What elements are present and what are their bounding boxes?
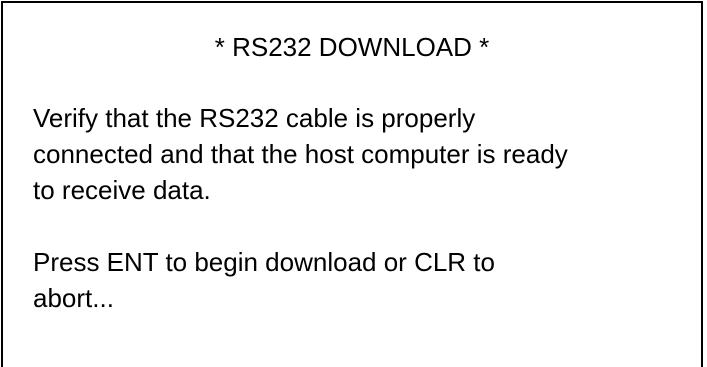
download-screen: * RS232 DOWNLOAD * Verify that the RS232…: [1, 1, 703, 367]
action-prompt-line: abort...: [33, 283, 114, 313]
action-prompt-line: Press ENT to begin download or CLR to: [33, 247, 495, 277]
verify-message: Verify that the RS232 cable is properly …: [33, 100, 701, 208]
verify-message-line: to receive data.: [33, 175, 211, 205]
verify-message-line: connected and that the host computer is …: [33, 139, 568, 169]
action-prompt: Press ENT to begin download or CLR to ab…: [33, 244, 701, 316]
verify-message-line: Verify that the RS232 cable is properly: [33, 103, 476, 133]
screen-title: * RS232 DOWNLOAD *: [214, 32, 490, 62]
